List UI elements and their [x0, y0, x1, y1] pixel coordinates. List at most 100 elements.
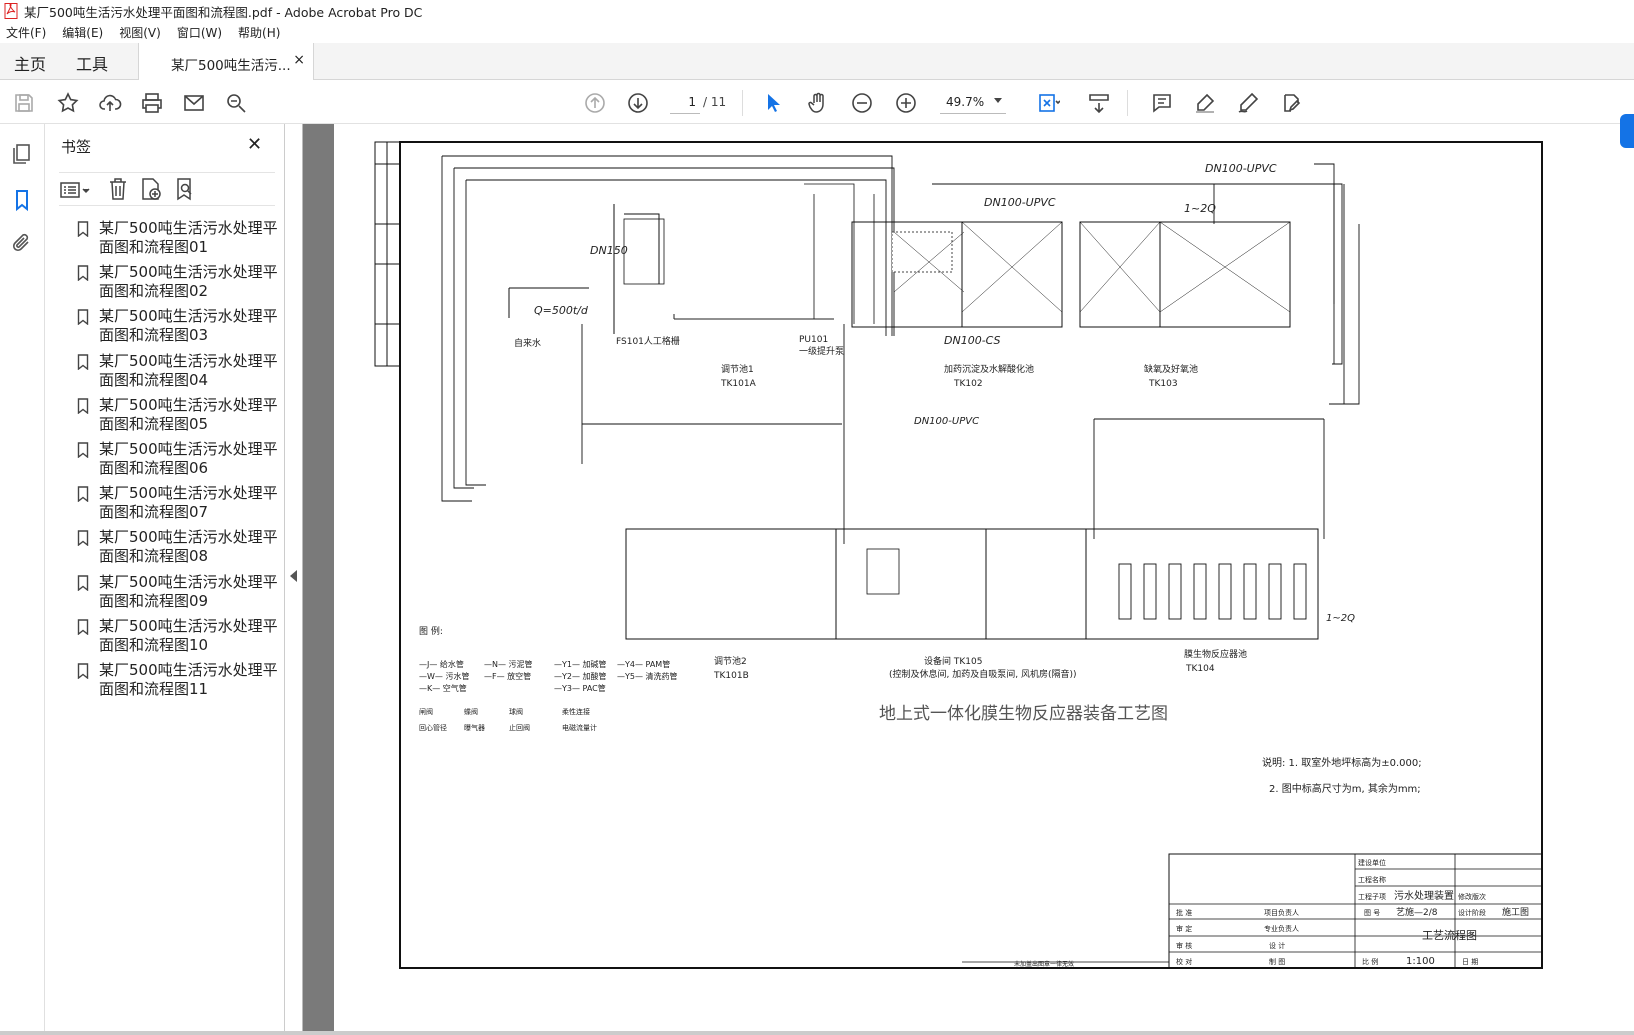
- bookmark-ribbon-icon: [77, 663, 89, 679]
- hand-tool-button[interactable]: [805, 90, 831, 116]
- find-button[interactable]: [223, 90, 249, 116]
- svg-text:艺施—2/8: 艺施—2/8: [1396, 906, 1438, 918]
- svg-text:图 例:: 图 例:: [419, 625, 443, 637]
- zoom-in-button[interactable]: [893, 90, 919, 116]
- zoom-level-select[interactable]: 49.7%: [940, 90, 1006, 114]
- page-fit-button[interactable]: [1030, 90, 1066, 116]
- svg-text:设计阶段: 设计阶段: [1458, 908, 1486, 917]
- page-thumbnails-icon[interactable]: [10, 142, 34, 166]
- save-icon: [15, 94, 33, 112]
- svg-text:DN100-UPVC: DN100-UPVC: [914, 416, 979, 427]
- svg-text:项目负责人: 项目负责人: [1264, 908, 1299, 917]
- svg-text:加药沉淀及水解酸化池: 加药沉淀及水解酸化池: [944, 363, 1034, 375]
- membrane-modules: [1118, 563, 1307, 620]
- svg-text:DN150: DN150: [590, 244, 628, 257]
- svg-text:修改版次: 修改版次: [1458, 892, 1486, 901]
- panel-close-button[interactable]: ✕: [247, 134, 262, 155]
- bookmark-ribbon-icon: [77, 398, 89, 414]
- right-pane-toggle[interactable]: [1620, 114, 1634, 148]
- bookmarks-panel: 书签 ✕ 某厂500吨生活污水处理平面图和流程图01 某厂500吨生活污水处理平面…: [45, 124, 285, 1035]
- bookmarks-icon[interactable]: [10, 188, 34, 212]
- tank-t103a: [1079, 221, 1161, 328]
- menu-file[interactable]: 文件(F): [6, 24, 46, 41]
- bookmark-star-button[interactable]: [55, 90, 81, 116]
- prev-page-button[interactable]: [582, 90, 608, 116]
- svg-text:审 核: 审 核: [1176, 941, 1192, 950]
- svg-text:工程子项: 工程子项: [1358, 892, 1386, 901]
- attachments-icon[interactable]: [10, 232, 34, 256]
- select-tool-button[interactable]: [760, 90, 786, 116]
- svg-text:—Y4— PAM管: —Y4— PAM管: [617, 659, 670, 669]
- bookmark-label: 某厂500吨生活污水处理平面图和流程图09: [99, 572, 278, 610]
- chevron-down-icon: [994, 98, 1002, 103]
- svg-text:自来水: 自来水: [514, 337, 541, 349]
- print-button[interactable]: [139, 90, 165, 116]
- svg-text:回心管径: 回心管径: [419, 723, 447, 732]
- sign-icon: [1284, 94, 1301, 112]
- page-number-input[interactable]: 1: [670, 90, 700, 114]
- window-title: 某厂500吨生活污水处理平面图和流程图.pdf - Adobe Acrobat …: [24, 4, 423, 20]
- tab-home[interactable]: 主页: [14, 51, 46, 75]
- svg-text:膜生物反应器池: 膜生物反应器池: [1184, 648, 1247, 660]
- document-viewport[interactable]: 地上式一体化膜生物反应器装备工艺图 Q=500t/d DN150 FS101人工…: [303, 124, 1634, 1035]
- pen-icon: [1238, 92, 1259, 113]
- menu-window[interactable]: 窗口(W): [177, 24, 222, 41]
- svg-text:—F— 放空管: —F— 放空管: [484, 671, 531, 681]
- svg-text:—J— 给水管: —J— 给水管: [419, 659, 464, 669]
- svg-text:PU101: PU101: [799, 335, 828, 345]
- highlight-button[interactable]: [1192, 90, 1218, 116]
- svg-text:比 例: 比 例: [1362, 957, 1378, 966]
- fill-sign-button[interactable]: [1278, 90, 1304, 116]
- find-bookmark-icon[interactable]: [173, 177, 197, 201]
- svg-text:缺氧及好氧池: 缺氧及好氧池: [1144, 363, 1198, 375]
- bookmark-label: 某厂500吨生活污水处理平面图和流程图07: [99, 484, 278, 522]
- tab-document[interactable]: 某厂500吨生活污... ×: [138, 43, 314, 80]
- menu-edit[interactable]: 编辑(E): [62, 24, 103, 41]
- pdf-app-icon: [4, 3, 18, 19]
- bookmark-ribbon-icon: [77, 486, 89, 503]
- process-drawing: 地上式一体化膜生物反应器装备工艺图 Q=500t/d DN150 FS101人工…: [374, 141, 1543, 969]
- tank-t101b: [625, 528, 837, 640]
- bookmark-label: 某厂500吨生活污水处理平面图和流程图04: [99, 351, 278, 389]
- zoom-out-button[interactable]: [849, 90, 875, 116]
- svg-text:图 号: 图 号: [1364, 909, 1380, 917]
- zoom-value: 49.7%: [946, 95, 985, 109]
- panel-collapse-handle[interactable]: [285, 124, 303, 1035]
- menu-bar: 文件(F) 编辑(E) 视图(V) 窗口(W) 帮助(H): [0, 22, 1634, 43]
- svg-text:制 图: 制 图: [1269, 957, 1285, 966]
- bookmark-ribbon-icon: [77, 619, 89, 635]
- menu-help[interactable]: 帮助(H): [238, 24, 280, 41]
- svg-text:工艺流程图: 工艺流程图: [1422, 928, 1477, 942]
- envelope-icon: [184, 95, 204, 111]
- delete-icon[interactable]: [107, 177, 129, 201]
- email-button[interactable]: [181, 90, 207, 116]
- bookmark-ribbon-icon: [77, 265, 89, 282]
- next-page-button[interactable]: [625, 90, 651, 116]
- scroll-mode-button[interactable]: [1086, 90, 1112, 116]
- bookmark-label: 某厂500吨生活污水处理平面图和流程图03: [99, 307, 278, 345]
- left-nav-rail: [0, 124, 45, 1035]
- options-menu-icon[interactable]: [59, 179, 91, 201]
- svg-text:施工图: 施工图: [1502, 906, 1529, 918]
- toolbar-divider: [1127, 90, 1128, 116]
- new-bookmark-icon[interactable]: [139, 177, 163, 201]
- tab-tools[interactable]: 工具: [76, 51, 108, 75]
- save-button[interactable]: [11, 90, 37, 116]
- svg-text:TK103: TK103: [1148, 379, 1178, 389]
- title-block: [1168, 853, 1543, 969]
- drawing-border: [399, 141, 1543, 969]
- upload-button[interactable]: [97, 90, 123, 116]
- menu-view[interactable]: 视图(V): [119, 24, 161, 41]
- svg-text:(控制及休息间, 加药及自吸泵间, 风机房(隔音)): (控制及休息间, 加药及自吸泵间, 风机房(隔音)): [889, 668, 1077, 680]
- svg-text:TK104: TK104: [1185, 664, 1215, 674]
- tab-close-button[interactable]: ×: [293, 52, 305, 68]
- svg-text:设备间 TK105: 设备间 TK105: [924, 655, 982, 667]
- comment-button[interactable]: [1149, 90, 1175, 116]
- draw-button[interactable]: [1235, 90, 1261, 116]
- hand-icon: [808, 92, 824, 113]
- svg-text:说明: 1. 取室外地坪标高为±0.000;: 说明: 1. 取室外地坪标高为±0.000;: [1262, 756, 1422, 769]
- tank-t102: [961, 221, 1063, 328]
- panel-title: 书签: [61, 138, 92, 156]
- svg-text:工程名称: 工程名称: [1358, 875, 1386, 884]
- svg-text:污水处理装置: 污水处理装置: [1394, 889, 1454, 902]
